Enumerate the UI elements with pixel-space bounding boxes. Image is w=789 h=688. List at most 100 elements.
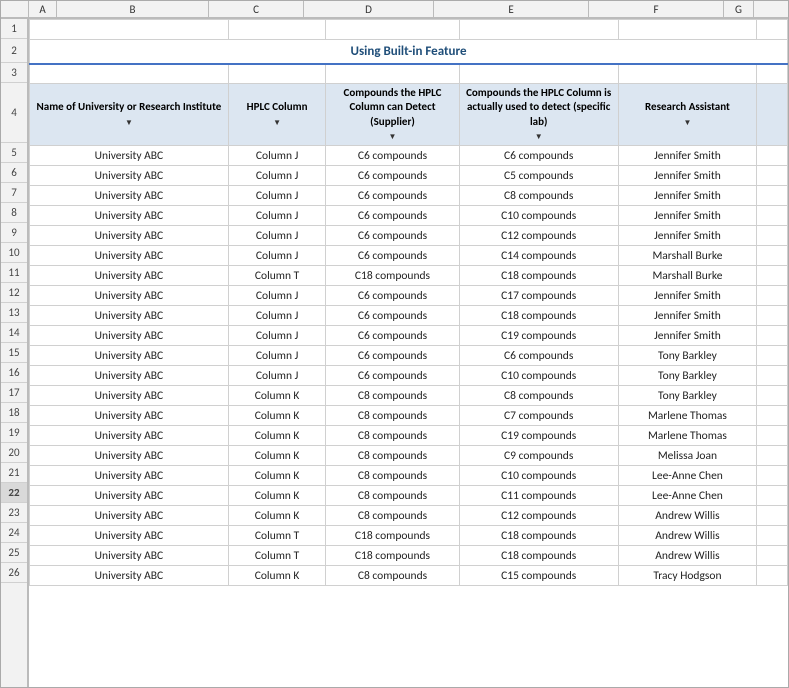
data-cell-d: C6 compounds <box>326 306 459 326</box>
spreadsheet-title: Using Built-in Feature <box>30 40 788 64</box>
spreadsheet-container: ABCDEFG 12345678910111213141516171819202… <box>0 0 789 688</box>
data-cell-d: C18 compounds <box>326 526 459 546</box>
data-cell-e: C17 compounds <box>459 286 618 306</box>
data-cell-b: University ABC <box>30 166 229 186</box>
data-cell-d: C8 compounds <box>326 486 459 506</box>
table-row: University ABCColumn TC18 compoundsC18 c… <box>30 266 788 286</box>
data-cell-b: University ABC <box>30 206 229 226</box>
filter-dropdown-d[interactable]: ▼ <box>389 132 397 142</box>
data-cell-d: C8 compounds <box>326 426 459 446</box>
corner-cell <box>1 1 29 17</box>
data-cell-d: C8 compounds <box>326 566 459 586</box>
empty-cell <box>459 64 618 84</box>
data-cell-d: C8 compounds <box>326 446 459 466</box>
data-cell-e: C8 compounds <box>459 186 618 206</box>
table-row: University ABCColumn KC8 compoundsC11 co… <box>30 486 788 506</box>
col-header-b[interactable]: B <box>57 1 209 17</box>
data-cell-g <box>757 306 788 326</box>
data-cell-f: Lee-Anne Chen <box>618 486 757 506</box>
data-cell-b: University ABC <box>30 326 229 346</box>
data-cell-d: C6 compounds <box>326 186 459 206</box>
data-cell-c: Column K <box>228 386 325 406</box>
data-cell-f: Tony Barkley <box>618 366 757 386</box>
data-cell-d: C6 compounds <box>326 166 459 186</box>
data-cell-g <box>757 486 788 506</box>
data-cell-c: Column J <box>228 246 325 266</box>
header-research-assistant: Research Assistant▼ <box>618 84 757 146</box>
table-row: University ABCColumn JC6 compoundsC14 co… <box>30 246 788 266</box>
data-cell-b: University ABC <box>30 286 229 306</box>
data-cell-e: C18 compounds <box>459 526 618 546</box>
data-cell-c: Column J <box>228 306 325 326</box>
header-extra <box>757 84 788 146</box>
empty-cell <box>757 20 788 40</box>
data-cell-f: Jennifer Smith <box>618 326 757 346</box>
data-cell-c: Column T <box>228 266 325 286</box>
main-table-wrapper: Using Built-in Feature Name of University… <box>29 19 788 687</box>
data-cell-c: Column J <box>228 326 325 346</box>
table-row: University ABCColumn KC8 compoundsC10 co… <box>30 466 788 486</box>
col-header-f[interactable]: F <box>589 1 724 17</box>
data-cell-e: C18 compounds <box>459 306 618 326</box>
empty-cell <box>326 20 459 40</box>
data-cell-c: Column J <box>228 186 325 206</box>
col-header-c[interactable]: C <box>209 1 304 17</box>
data-cell-c: Column K <box>228 466 325 486</box>
table-row: University ABCColumn KC8 compoundsC9 com… <box>30 446 788 466</box>
filter-dropdown-b[interactable]: ▼ <box>125 118 133 128</box>
data-cell-e: C18 compounds <box>459 266 618 286</box>
table-row: University ABCColumn JC6 compoundsC8 com… <box>30 186 788 206</box>
data-cell-g <box>757 266 788 286</box>
data-cell-b: University ABC <box>30 186 229 206</box>
row-number-14: 14 <box>1 323 27 343</box>
table-row: University ABCColumn JC6 compoundsC12 co… <box>30 226 788 246</box>
table-row: University ABCColumn TC18 compoundsC18 c… <box>30 526 788 546</box>
col-header-d[interactable]: D <box>304 1 434 17</box>
row-number-19: 19 <box>1 423 27 443</box>
row-number-25: 25 <box>1 543 27 563</box>
table-row: Name of University or Research Institute… <box>30 84 788 146</box>
empty-cell <box>618 20 757 40</box>
data-cell-f: Tracy Hodgson <box>618 566 757 586</box>
data-cell-c: Column K <box>228 486 325 506</box>
data-cell-g <box>757 326 788 346</box>
empty-cell <box>30 20 229 40</box>
row-number-9: 9 <box>1 223 27 243</box>
data-cell-b: University ABC <box>30 386 229 406</box>
filter-dropdown-e[interactable]: ▼ <box>535 132 543 142</box>
data-cell-f: Jennifer Smith <box>618 206 757 226</box>
col-header-g[interactable]: G <box>724 1 754 17</box>
data-cell-b: University ABC <box>30 146 229 166</box>
row-number-20: 20 <box>1 443 27 463</box>
data-cell-e: C12 compounds <box>459 506 618 526</box>
data-cell-e: C6 compounds <box>459 346 618 366</box>
row-number-5: 5 <box>1 143 27 163</box>
row-number-10: 10 <box>1 243 27 263</box>
table-row: University ABCColumn JC6 compoundsC6 com… <box>30 146 788 166</box>
row-number-6: 6 <box>1 163 27 183</box>
column-header-bar: ABCDEFG <box>1 1 788 19</box>
col-header-a[interactable]: A <box>29 1 57 17</box>
data-cell-b: University ABC <box>30 486 229 506</box>
data-cell-g <box>757 146 788 166</box>
table-row: University ABCColumn JC6 compoundsC19 co… <box>30 326 788 346</box>
data-cell-e: C10 compounds <box>459 466 618 486</box>
data-cell-c: Column J <box>228 206 325 226</box>
data-cell-f: Marshall Burke <box>618 266 757 286</box>
filter-dropdown-f[interactable]: ▼ <box>683 118 691 128</box>
data-cell-c: Column J <box>228 146 325 166</box>
data-cell-d: C6 compounds <box>326 366 459 386</box>
header-university: Name of University or Research Institute… <box>30 84 229 146</box>
data-cell-f: Jennifer Smith <box>618 146 757 166</box>
filter-dropdown-c[interactable]: ▼ <box>273 118 281 128</box>
table-row: University ABCColumn KC8 compoundsC19 co… <box>30 426 788 446</box>
data-cell-e: C8 compounds <box>459 386 618 406</box>
data-cell-b: University ABC <box>30 546 229 566</box>
data-cell-e: C19 compounds <box>459 326 618 346</box>
empty-cell <box>30 64 229 84</box>
col-header-e[interactable]: E <box>434 1 589 17</box>
data-cell-g <box>757 386 788 406</box>
data-cell-b: University ABC <box>30 426 229 446</box>
data-cell-g <box>757 286 788 306</box>
data-cell-e: C11 compounds <box>459 486 618 506</box>
